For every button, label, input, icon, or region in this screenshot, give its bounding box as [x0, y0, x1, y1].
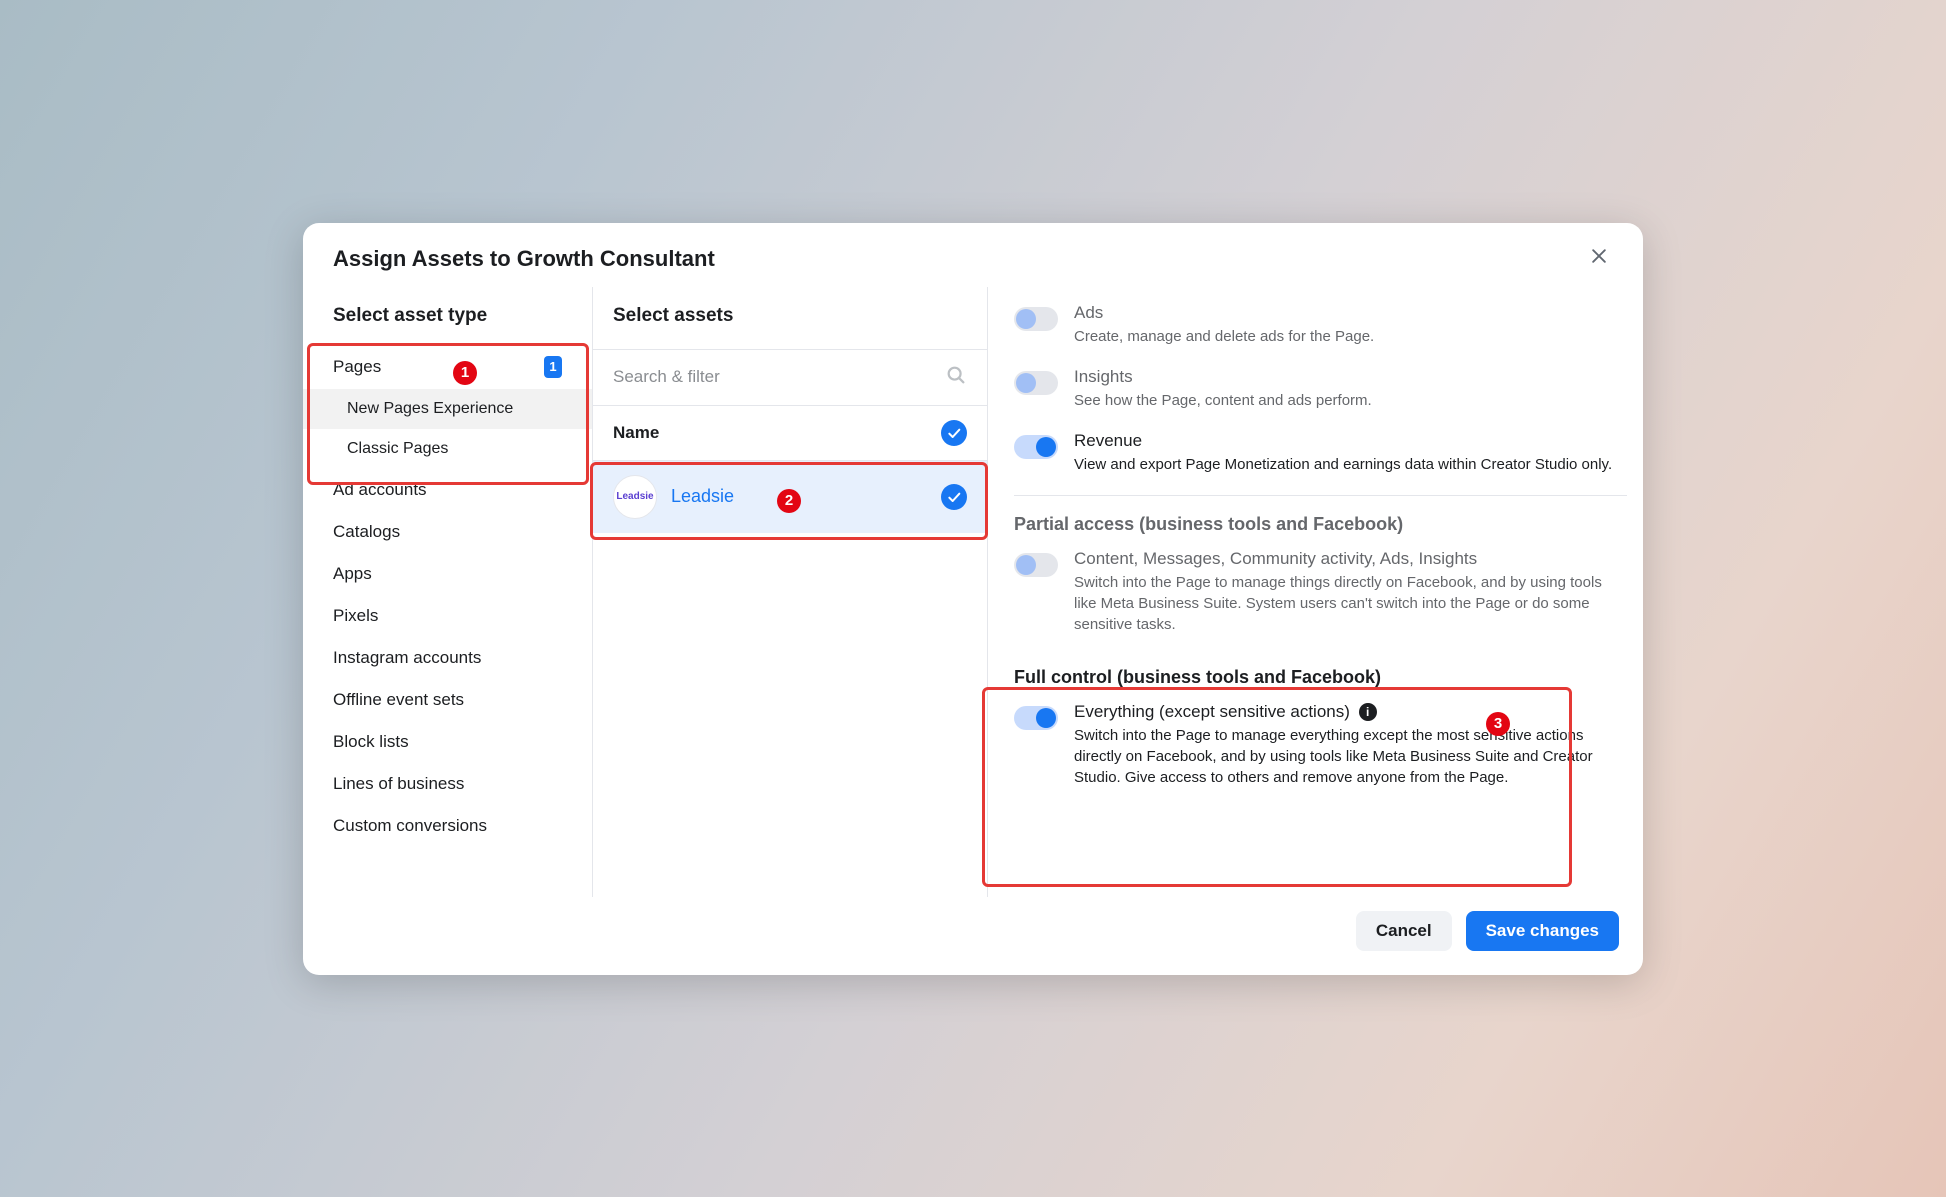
- asset-type-custom-conversions[interactable]: Custom conversions: [303, 805, 592, 847]
- modal-header: Assign Assets to Growth Consultant: [303, 223, 1643, 287]
- select-assets-heading: Select assets: [593, 287, 987, 349]
- section-full-control: Full control (business tools and Faceboo…: [1014, 645, 1633, 692]
- permission-title-text: Everything (except sensitive actions): [1074, 702, 1350, 721]
- permission-desc: See how the Page, content and ads perfor…: [1074, 390, 1627, 411]
- close-icon: [1589, 246, 1609, 271]
- modal-title: Assign Assets to Growth Consultant: [333, 246, 715, 272]
- asset-subtype-list: New Pages Experience Classic Pages: [303, 389, 592, 469]
- asset-name-header[interactable]: Name: [593, 406, 987, 461]
- permission-desc: View and export Page Monetization and ea…: [1074, 454, 1627, 475]
- modal-body: Select asset type Pages 1 New Pages Expe…: [303, 287, 1643, 897]
- permission-full: Everything (except sensitive actions) i …: [1014, 692, 1633, 798]
- select-all-check-icon: [941, 420, 967, 446]
- permission-insights: Insights See how the Page, content and a…: [1014, 357, 1633, 421]
- toggle-full[interactable]: [1014, 706, 1058, 730]
- asset-type-instagram-accounts[interactable]: Instagram accounts: [303, 637, 592, 679]
- asset-avatar: Leadsie: [613, 475, 657, 519]
- permission-desc: Switch into the Page to manage things di…: [1074, 572, 1627, 635]
- asset-type-count-badge: 1: [544, 356, 562, 378]
- cancel-button[interactable]: Cancel: [1356, 911, 1452, 951]
- permission-partial: Content, Messages, Community activity, A…: [1014, 539, 1633, 645]
- asset-name-label: Leadsie: [671, 486, 734, 507]
- assign-assets-modal: Assign Assets to Growth Consultant Selec…: [303, 223, 1643, 975]
- toggle-insights[interactable]: [1014, 371, 1058, 395]
- asset-selected-check-icon: [941, 484, 967, 510]
- permissions-column: Ads Create, manage and delete ads for th…: [988, 287, 1643, 897]
- toggle-ads[interactable]: [1014, 307, 1058, 331]
- permission-title: Ads: [1074, 303, 1627, 323]
- section-partial-access: Partial access (business tools and Faceb…: [1014, 500, 1633, 539]
- asset-type-label: Pages: [333, 357, 381, 377]
- asset-subtype-classic-pages[interactable]: Classic Pages: [303, 429, 592, 469]
- permission-ads: Ads Create, manage and delete ads for th…: [1014, 293, 1633, 357]
- permission-desc: Switch into the Page to manage everythin…: [1074, 725, 1627, 788]
- asset-subtype-new-pages-experience[interactable]: New Pages Experience: [303, 389, 592, 429]
- select-assets-column: Select assets Name Leadsie Leadsie: [593, 287, 988, 897]
- asset-row-leadsie[interactable]: Leadsie Leadsie: [593, 461, 987, 533]
- asset-type-column: Select asset type Pages 1 New Pages Expe…: [303, 287, 593, 897]
- permission-revenue: Revenue View and export Page Monetizatio…: [1014, 421, 1633, 485]
- info-icon[interactable]: i: [1359, 703, 1377, 721]
- asset-type-pages[interactable]: Pages 1: [303, 345, 592, 389]
- asset-type-apps[interactable]: Apps: [303, 553, 592, 595]
- asset-type-list: Pages 1 New Pages Experience Classic Pag…: [303, 345, 592, 847]
- toggle-revenue[interactable]: [1014, 435, 1058, 459]
- toggle-partial[interactable]: [1014, 553, 1058, 577]
- asset-type-pixels[interactable]: Pixels: [303, 595, 592, 637]
- asset-type-block-lists[interactable]: Block lists: [303, 721, 592, 763]
- permission-desc: Create, manage and delete ads for the Pa…: [1074, 326, 1627, 347]
- asset-type-offline-event-sets[interactable]: Offline event sets: [303, 679, 592, 721]
- close-button[interactable]: [1585, 245, 1613, 273]
- name-header-label: Name: [613, 423, 659, 443]
- divider: [1014, 495, 1627, 496]
- modal-footer: Cancel Save changes: [303, 897, 1643, 975]
- asset-type-lines-of-business[interactable]: Lines of business: [303, 763, 592, 805]
- permission-title: Revenue: [1074, 431, 1627, 451]
- permission-title: Content, Messages, Community activity, A…: [1074, 549, 1627, 569]
- permission-title: Insights: [1074, 367, 1627, 387]
- asset-search-input[interactable]: [613, 367, 945, 387]
- search-icon: [945, 364, 967, 391]
- permission-title: Everything (except sensitive actions) i: [1074, 702, 1627, 722]
- asset-type-catalogs[interactable]: Catalogs: [303, 511, 592, 553]
- asset-row-left: Leadsie Leadsie: [613, 475, 734, 519]
- save-changes-button[interactable]: Save changes: [1466, 911, 1619, 951]
- asset-type-heading: Select asset type: [303, 297, 592, 345]
- asset-search-row: [593, 349, 987, 406]
- asset-type-ad-accounts[interactable]: Ad accounts: [303, 469, 592, 511]
